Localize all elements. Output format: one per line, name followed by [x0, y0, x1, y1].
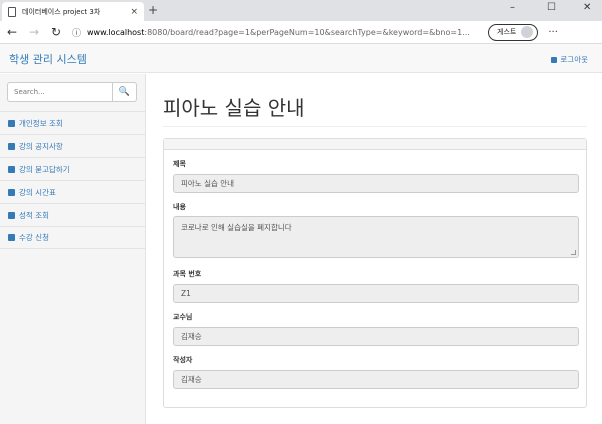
sidebar-item-label: 성적 조회: [19, 210, 49, 220]
content-textarea[interactable]: 코로나로 인해 실습실을 폐지합니다: [173, 216, 579, 258]
sidebar-item-notices[interactable]: 강의 공지사항: [0, 134, 145, 157]
address-bar: ← → ↻ ⓘ www.localhost:8080/board/read?pa…: [0, 21, 602, 44]
page-title: 피아노 실습 안내: [163, 96, 305, 120]
guest-label: 게스트: [497, 28, 517, 36]
professor-field[interactable]: 김재승: [173, 327, 579, 346]
sidebar-menu: 개인정보 조회 강의 공지사항 강의 묻고답하기 강의 시간표 성적 조회 수강…: [0, 111, 145, 249]
writer-field[interactable]: 김재승: [173, 370, 579, 389]
tab-title: 데이터베이스 project 3차: [22, 7, 101, 16]
course-field[interactable]: Z1: [173, 284, 579, 303]
new-tab-button[interactable]: +: [148, 3, 158, 17]
sidebar-item-qna[interactable]: 강의 묻고답하기: [0, 157, 145, 180]
course-label: 과목 번호: [173, 270, 202, 278]
reload-icon[interactable]: ↻: [46, 25, 66, 39]
sidebar-item-label: 개인정보 조회: [19, 118, 63, 128]
post-panel: 제목 피아노 실습 안내 내용 코로나로 인해 실습실을 폐지합니다 과목 번호…: [163, 138, 587, 408]
url-field[interactable]: www.localhost:8080/board/read?page=1&per…: [87, 28, 482, 37]
sidebar-item-enrollment[interactable]: 수강 신청: [0, 226, 145, 249]
maximize-icon[interactable]: ☐: [547, 2, 556, 13]
search-button[interactable]: 🔍: [113, 82, 137, 102]
sidebar-item-timetable[interactable]: 강의 시간표: [0, 180, 145, 203]
logout-link[interactable]: 로그아웃: [551, 54, 588, 65]
professor-label: 교수님: [173, 313, 193, 321]
title-field[interactable]: 피아노 실습 안내: [173, 174, 579, 193]
back-icon[interactable]: ←: [2, 25, 22, 39]
search-icon: 🔍: [118, 87, 131, 97]
panel-header: [164, 139, 586, 150]
sidebar-search: 🔍: [7, 82, 137, 102]
avatar: [521, 26, 534, 38]
sidebar-item-profile[interactable]: 개인정보 조회: [0, 111, 145, 134]
divider: [163, 126, 587, 127]
search-input[interactable]: [7, 82, 113, 102]
window-close-icon[interactable]: ✕: [583, 2, 591, 13]
sidebar-item-label: 강의 공지사항: [19, 141, 63, 151]
brand-title[interactable]: 학생 관리 시스템: [9, 51, 87, 67]
minimize-icon[interactable]: –: [510, 2, 515, 13]
sidebar-item-grades[interactable]: 성적 조회: [0, 203, 145, 226]
logout-label: 로그아웃: [560, 55, 588, 64]
sidebar-item-label: 강의 묻고답하기: [19, 164, 70, 174]
title-label: 제목: [173, 160, 186, 168]
browser-menu-icon[interactable]: ···: [548, 27, 558, 38]
sidebar: 🔍 개인정보 조회 강의 공지사항 강의 묻고답하기 강의 시간표 성적 조회 …: [0, 74, 146, 424]
content-label: 내용: [173, 203, 186, 211]
guest-profile-button[interactable]: 게스트: [488, 23, 539, 41]
table-icon: [8, 188, 15, 196]
tab-close-icon[interactable]: ×: [130, 7, 138, 17]
unlock-icon: [551, 56, 558, 63]
browser-tab[interactable]: 데이터베이스 project 3차 ×: [2, 2, 144, 21]
sidebar-item-label: 수강 신청: [19, 233, 49, 242]
document-icon: [8, 6, 16, 17]
content-text: 코로나로 인해 실습실을 폐지합니다: [181, 223, 292, 232]
writer-label: 작성자: [173, 356, 193, 364]
url-host: www.localhost: [87, 27, 145, 37]
main-content: 피아노 실습 안내 제목 피아노 실습 안내 내용 코로나로 인해 실습실을 폐…: [147, 74, 602, 424]
book-icon: [8, 142, 15, 150]
user-icon: [8, 119, 15, 127]
bar-chart-icon: [8, 211, 15, 219]
app-navbar: 학생 관리 시스템 로그아웃: [0, 44, 602, 73]
browser-tab-bar: 데이터베이스 project 3차 × + – ☐ ✕: [0, 0, 602, 21]
resize-handle-icon[interactable]: [571, 250, 576, 255]
url-path: :8080/board/read?page=1&perPageNum=10&se…: [144, 27, 470, 37]
table-icon: [8, 234, 15, 241]
forward-icon[interactable]: →: [24, 25, 44, 39]
sidebar-item-label: 강의 시간표: [19, 187, 56, 197]
edit-icon: [8, 165, 15, 173]
site-info-icon[interactable]: ⓘ: [72, 26, 81, 39]
